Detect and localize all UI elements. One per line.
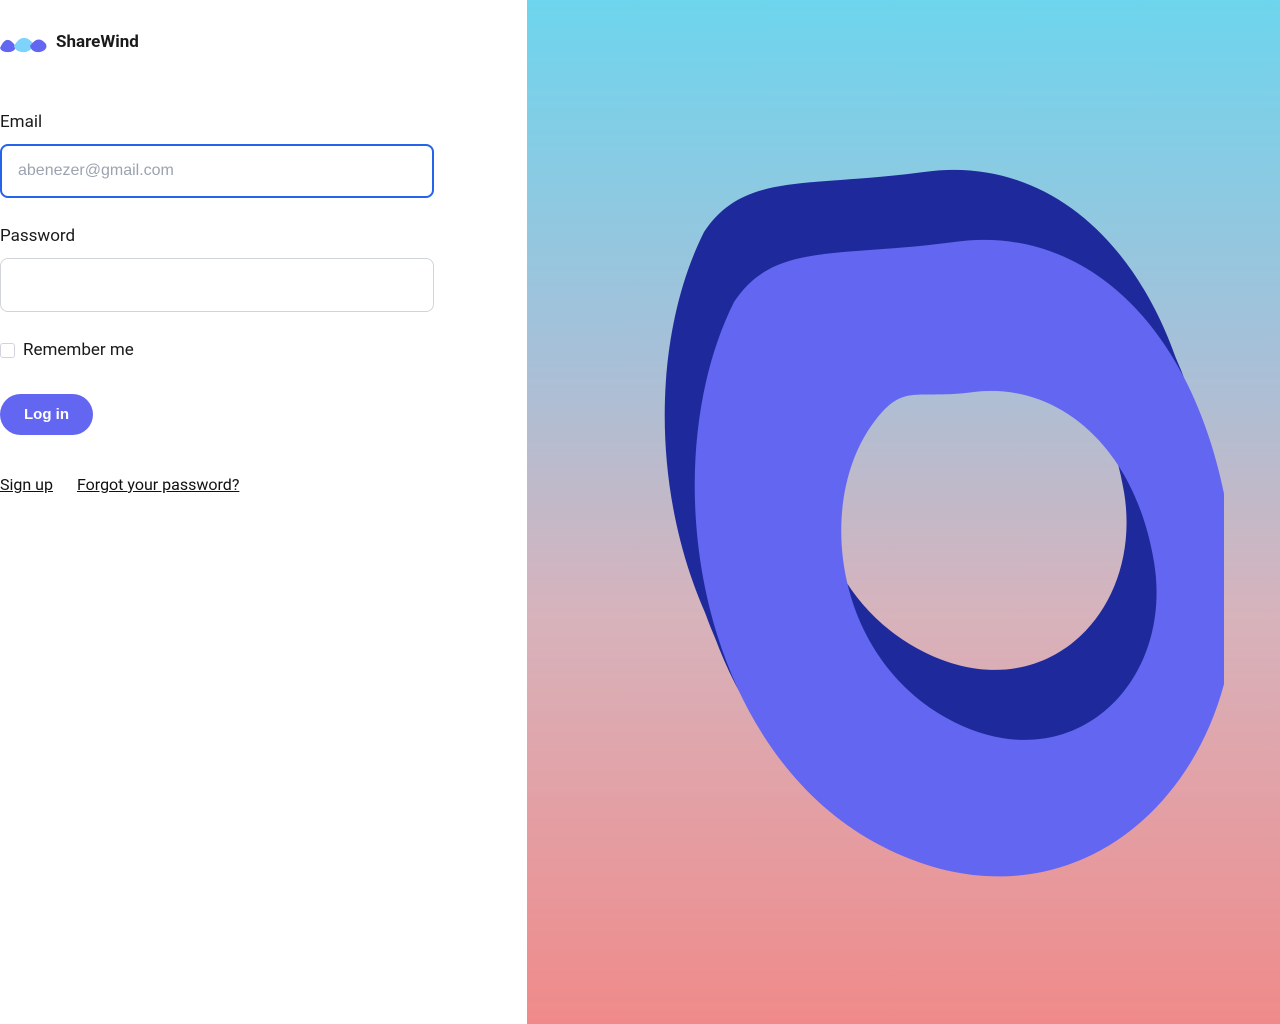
login-panel: ShareWind Email Password Remember me Log… (0, 0, 527, 1024)
email-label: Email (0, 112, 527, 132)
password-label: Password (0, 226, 527, 246)
login-form: Email Password Remember me Log in Sign u… (0, 54, 527, 494)
links-row: Sign up Forgot your password? (0, 475, 527, 494)
email-field-group: Email (0, 112, 527, 198)
forgot-password-link[interactable]: Forgot your password? (77, 475, 239, 494)
email-input[interactable] (0, 144, 434, 198)
brand-logo-icon (0, 30, 48, 54)
password-input[interactable] (0, 258, 434, 312)
hero-panel (527, 0, 1280, 1024)
signup-link[interactable]: Sign up (0, 475, 53, 494)
brand-header: ShareWind (0, 0, 527, 54)
decorative-blob-icon (584, 112, 1224, 912)
remember-row: Remember me (0, 340, 527, 360)
brand-name: ShareWind (56, 32, 139, 52)
remember-label: Remember me (23, 340, 134, 360)
password-field-group: Password (0, 226, 527, 312)
login-button[interactable]: Log in (0, 394, 93, 435)
remember-checkbox[interactable] (0, 343, 15, 358)
